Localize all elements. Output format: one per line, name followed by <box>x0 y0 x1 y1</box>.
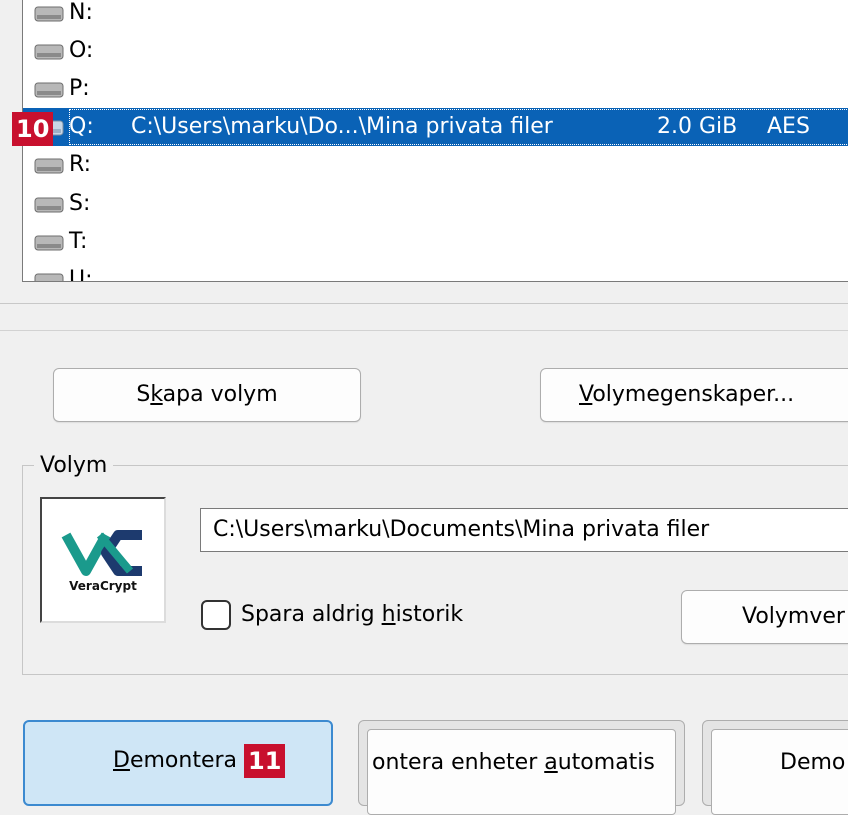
drive-letter: R: <box>69 152 92 177</box>
drive-row-o[interactable]: O: <box>23 32 848 70</box>
auto-mount-devices-button[interactable]: ontera enheter automatis <box>367 729 676 815</box>
button-label: Skapa volym <box>136 382 278 407</box>
never-save-history-label: Spara aldrig historik <box>241 602 464 627</box>
focus-rectangle <box>69 109 848 145</box>
logo-text: VeraCrypt <box>69 579 137 593</box>
step-badge-11: 11 <box>244 744 286 778</box>
auto-mount-devices-button-frame: ontera enheter automatis <box>358 720 685 815</box>
step-badge-10: 10 <box>12 112 54 146</box>
veracrypt-logo: VeraCrypt <box>40 497 166 623</box>
button-label: Demontera <box>113 748 238 773</box>
drive-letter: N: <box>69 0 93 25</box>
drive-icon <box>34 44 64 60</box>
dismount-button[interactable]: Demontera <box>23 720 333 806</box>
drive-letter: U: <box>69 267 93 282</box>
drive-letter: T: <box>69 229 88 254</box>
drive-icon <box>34 235 64 251</box>
drive-row-p[interactable]: P: <box>23 70 848 108</box>
drive-row-u[interactable]: U: <box>23 261 848 282</box>
drive-icon <box>34 197 64 213</box>
button-label: Demo <box>780 750 846 775</box>
drive-letter: O: <box>69 38 94 63</box>
drive-icon <box>34 6 64 22</box>
dismount-all-button[interactable]: Demo <box>711 729 848 815</box>
volume-tools-button[interactable]: Volymver <box>681 590 848 644</box>
drive-icon <box>34 158 64 174</box>
drive-row-q-selected[interactable]: Q: C:\Users\marku\Do...\Mina privata fil… <box>23 108 848 146</box>
button-label: Volymver <box>742 604 845 629</box>
divider <box>0 303 848 304</box>
volume-path-input[interactable]: C:\Users\marku\Documents\Mina privata fi… <box>200 508 848 552</box>
drive-letter: P: <box>69 76 90 101</box>
drive-letter: S: <box>69 191 91 216</box>
divider <box>0 330 848 331</box>
drive-row-s[interactable]: S: <box>23 185 848 223</box>
volume-properties-button[interactable]: Volymegenskaper... <box>540 368 848 422</box>
drive-row-n[interactable]: N: <box>23 0 848 32</box>
veracrypt-logo-icon <box>61 530 142 576</box>
drive-icon <box>34 82 64 98</box>
drive-row-r[interactable]: R: <box>23 146 848 184</box>
drive-row-t[interactable]: T: <box>23 223 848 261</box>
drive-icon <box>34 273 64 281</box>
create-volume-button[interactable]: Skapa volym <box>53 368 361 422</box>
volume-group-title: Volym <box>34 452 114 480</box>
drive-list[interactable]: N: O: P: Q: C:\Users\marku\Do...\Mina pr… <box>22 0 848 282</box>
dismount-all-button-frame: Demo <box>702 720 848 815</box>
never-save-history-checkbox[interactable] <box>201 600 231 630</box>
button-label: ontera enheter automatis <box>372 750 655 775</box>
button-label: Volymegenskaper... <box>579 382 795 407</box>
